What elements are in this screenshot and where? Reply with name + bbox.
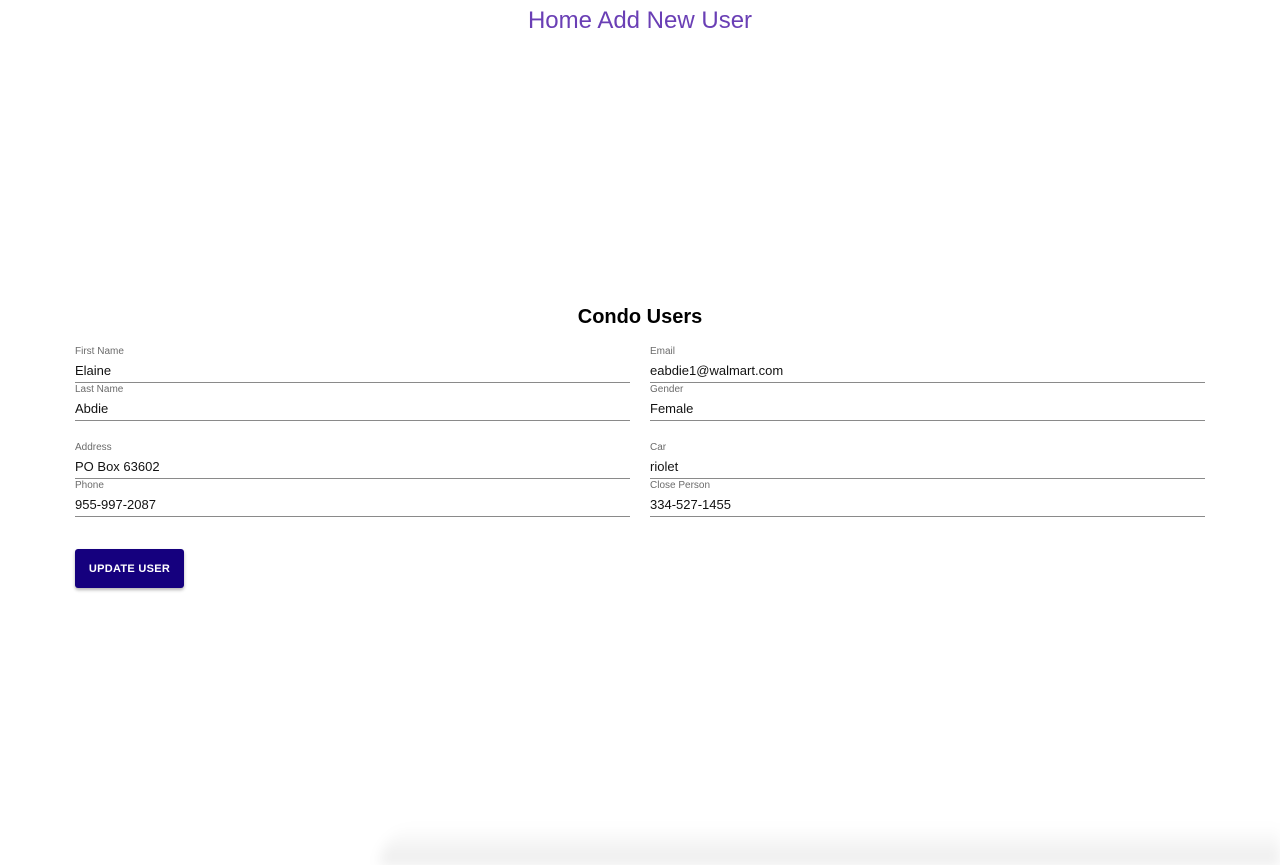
car-input[interactable] [650, 456, 1205, 476]
nav-add-user-link[interactable]: Add New User [597, 7, 752, 34]
first-name-input[interactable] [75, 360, 630, 380]
email-input[interactable] [650, 360, 1205, 380]
address-label: Address [75, 442, 112, 453]
gender-field: Gender [650, 384, 1205, 421]
address-input[interactable] [75, 456, 630, 476]
gender-input[interactable] [650, 398, 1205, 418]
close-person-field: Close Person [650, 480, 1205, 517]
address-field: Address [75, 442, 630, 479]
close-person-label: Close Person [650, 480, 711, 491]
last-name-input[interactable] [75, 398, 630, 418]
phone-input[interactable] [75, 494, 630, 514]
car-field: Car [650, 442, 1205, 479]
gender-label: Gender [650, 384, 684, 395]
last-name-field: Last Name [75, 384, 630, 421]
nav-home-link[interactable]: Home [528, 7, 592, 34]
page: Home Add New User Condo Users First Name… [0, 0, 1280, 865]
email-field: Email [650, 346, 1205, 383]
phone-field: Phone [75, 480, 630, 517]
first-name-field: First Name [75, 346, 630, 383]
bottom-shadow [380, 825, 1280, 865]
last-name-label: Last Name [75, 384, 124, 395]
car-label: Car [650, 442, 667, 453]
phone-label: Phone [75, 480, 104, 491]
top-nav: Home Add New User [0, 6, 1280, 36]
email-label: Email [650, 346, 676, 357]
update-user-button[interactable]: Update User [75, 549, 184, 588]
form-title: Condo Users [577, 306, 703, 328]
close-person-input[interactable] [650, 494, 1205, 514]
first-name-label: First Name [75, 346, 124, 357]
